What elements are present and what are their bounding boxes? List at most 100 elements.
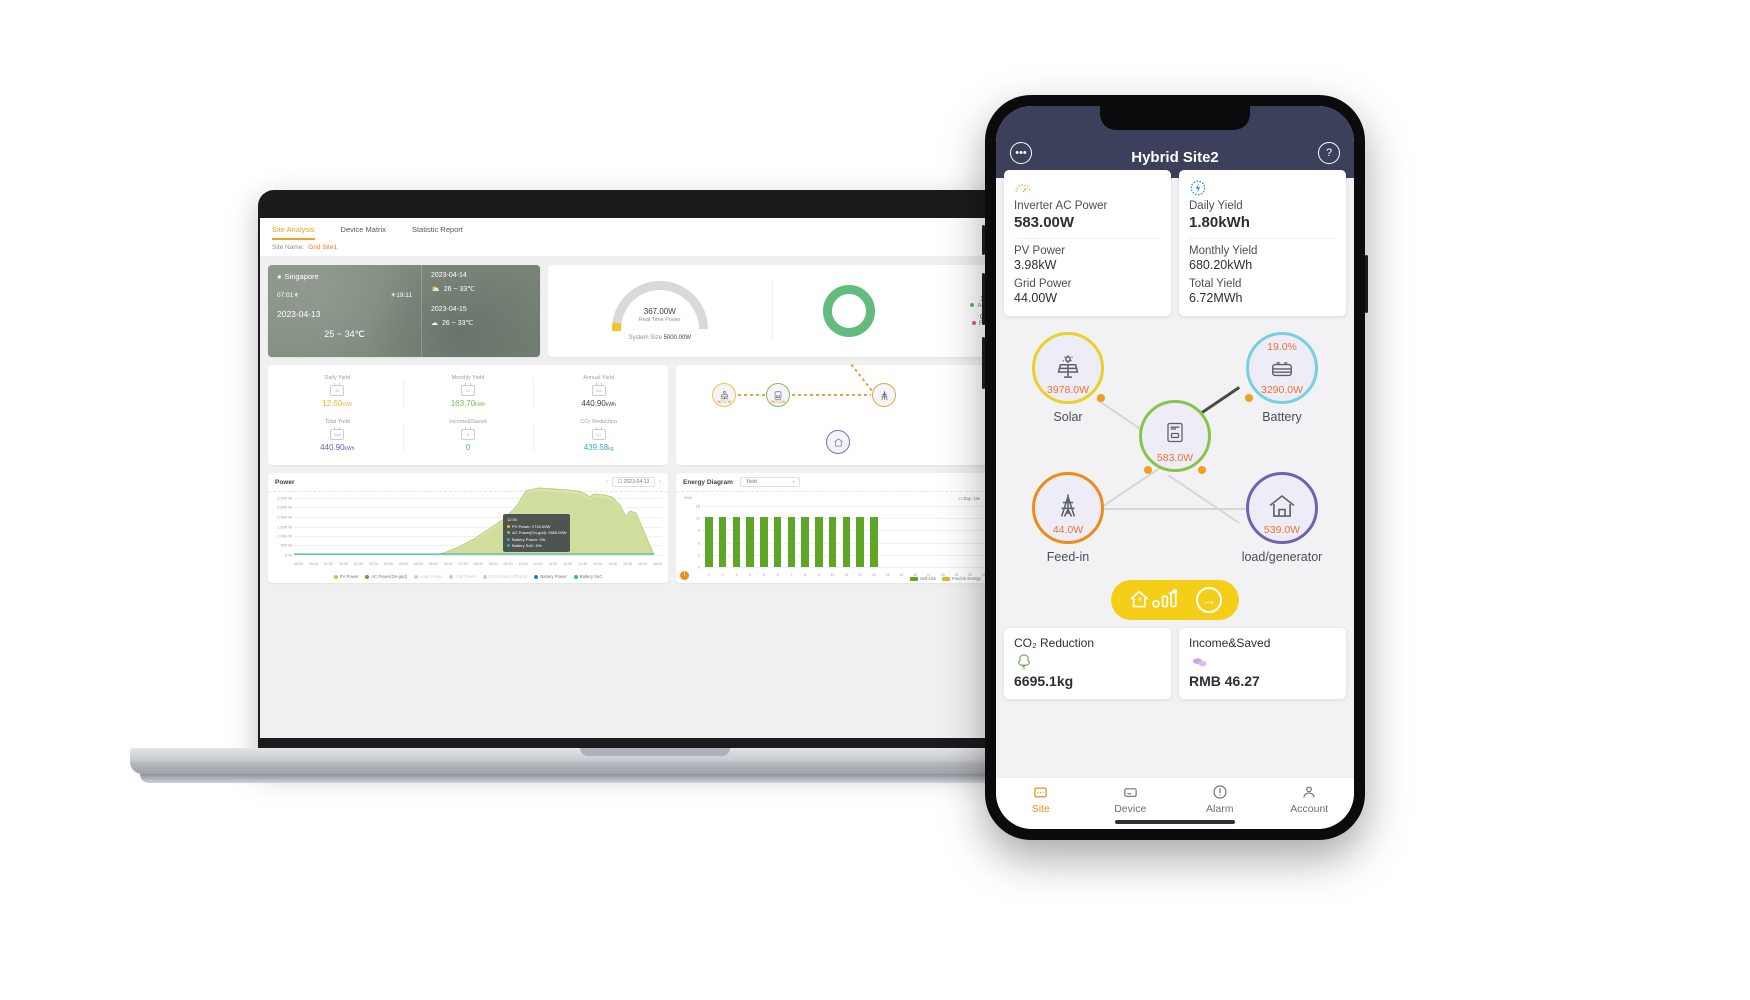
ytick: 2,000 W — [277, 514, 292, 520]
tab-site[interactable]: Site — [996, 783, 1086, 815]
flow-node-battery[interactable]: 19.0% 3290.0W — [1246, 332, 1318, 404]
flow-node-load[interactable]: 539.0W — [1246, 472, 1318, 544]
tab-device-matrix[interactable]: Device Matrix — [341, 225, 386, 240]
ytick: 1,000 W — [277, 533, 292, 539]
card-co2-reduction[interactable]: CO₂ Reduction 6695.1kg — [1004, 628, 1171, 699]
metric-value-wrap: 440.90kWh — [272, 443, 403, 452]
energy-bar-slot[interactable] — [881, 506, 895, 567]
energy-bar[interactable] — [870, 516, 878, 567]
gauge-fill — [611, 281, 708, 331]
energy-type-select-value: Yield — [745, 479, 757, 485]
energy-bar[interactable] — [828, 516, 837, 567]
energy-bar[interactable] — [856, 516, 864, 567]
weather-forecast: 2023-04-14 ⛅ 26 ~ 33℃ 2023-04-15 ☁ 26 ~ … — [421, 265, 540, 357]
tab-statistic-report[interactable]: Statistic Report — [412, 225, 463, 240]
energy-bar[interactable] — [746, 516, 754, 567]
energy-day-selector[interactable]: ☐ Day: 13▾ — [959, 496, 981, 501]
tab-account[interactable]: Account — [1265, 783, 1355, 815]
tab-device[interactable]: Device — [1086, 783, 1176, 815]
energy-bar[interactable] — [801, 516, 809, 567]
xtick: 02:00 — [338, 562, 348, 566]
weather-today: ● Singapore 07:01 ☀ ☀ 19:11 2023-04-13 2… — [268, 265, 421, 357]
more-options-icon[interactable]: ••• — [1010, 142, 1032, 164]
device-donut-chart — [823, 285, 876, 337]
card-daily-yield[interactable]: Daily Yield 1.80kWh Monthly Yield 680.20… — [1179, 170, 1346, 316]
legend-item-self-use[interactable]: Self-Use — [909, 576, 936, 581]
card-inverter-ac-power[interactable]: Inverter AC Power 583.00W PV Power 3.98k… — [1004, 170, 1171, 316]
flow-node-battery-value: 3290.0W — [1260, 384, 1304, 396]
energy-bar-slot[interactable] — [963, 506, 977, 567]
energy-bar-slot[interactable] — [812, 506, 826, 567]
energy-bar-slot[interactable] — [826, 506, 840, 567]
energy-bar-slot[interactable] — [743, 506, 757, 567]
legend-item-eps-power[interactable]: EPS Power(Off-grid) — [483, 574, 527, 579]
mini-node-grid[interactable] — [872, 383, 896, 407]
status-fault-dot — [971, 320, 976, 325]
legend-item-grid-power[interactable]: Grid Power — [449, 574, 476, 579]
legend-item-ac-power[interactable]: AC Power(On-grid) — [365, 574, 407, 579]
sun-times: 07:01 ☀ ☀ 19:11 — [277, 291, 412, 300]
card-income-saved[interactable]: Income&Saved RMB 46.27 — [1179, 628, 1346, 699]
energy-bar-slot[interactable] — [798, 506, 812, 567]
laptop-tabbar: Site Analysis Device Matrix Statistic Re… — [260, 218, 1046, 240]
site-icon — [996, 783, 1086, 801]
phone-screen: ••• Hybrid Site2 ? Inverter AC Power 583… — [996, 106, 1354, 829]
tab-site-analysis[interactable]: Site Analysis — [272, 225, 315, 240]
mini-node-solar[interactable]: 367.0 W — [712, 383, 736, 407]
energy-bar[interactable] — [815, 516, 823, 567]
card-row-value: 6.72MWh — [1189, 291, 1243, 305]
phone-volume-up-button[interactable] — [982, 273, 985, 325]
legend-item-pv-power[interactable]: PV Power — [333, 574, 358, 579]
calendar-icon-text: 30 — [335, 389, 340, 393]
energy-bar-slot[interactable] — [867, 506, 881, 567]
energy-bar-slot[interactable] — [936, 506, 950, 567]
calendar-icon: 12 — [460, 383, 475, 396]
energy-bar-slot[interactable] — [908, 506, 922, 567]
system-size-label: System Size — [628, 335, 662, 341]
calendar-icon: 365 — [591, 383, 606, 396]
forecast-date-1: 2023-04-14 — [431, 272, 467, 279]
phone-volume-down-button[interactable] — [982, 337, 985, 389]
energy-bar-slot[interactable] — [840, 506, 854, 567]
energy-bar-slot[interactable] — [950, 506, 964, 567]
warning-icon[interactable]: ! — [680, 571, 689, 580]
energy-bar[interactable] — [732, 516, 741, 567]
energy-bar-slot[interactable] — [853, 506, 867, 567]
energy-bar-slot[interactable] — [922, 506, 936, 567]
flow-dot-inverter-right — [1198, 466, 1206, 474]
help-icon[interactable]: ? — [1318, 142, 1340, 164]
legend-item-battery-soc[interactable]: Battery SoC — [573, 574, 602, 579]
energy-bar-slot[interactable] — [771, 506, 785, 567]
energy-type-select[interactable]: Yield — [739, 477, 800, 487]
energy-bar-slot[interactable] — [702, 506, 716, 567]
site-name-value[interactable]: Grid Site1 — [308, 244, 337, 251]
phone-power-button[interactable] — [1365, 255, 1368, 313]
energy-bar[interactable] — [787, 516, 796, 567]
energy-detail-button[interactable]: → — [1111, 580, 1239, 620]
card-row-label: Total Yield — [1189, 278, 1242, 290]
energy-bar[interactable] — [842, 516, 851, 567]
energy-bar-slot[interactable] — [895, 506, 909, 567]
energy-bar-series — [702, 506, 1032, 567]
mini-node-inverter[interactable]: 367.0 W — [766, 383, 790, 407]
energy-bar[interactable] — [705, 516, 713, 567]
flow-node-solar[interactable]: 3978.0W — [1032, 332, 1104, 404]
next-day-button[interactable]: › — [659, 479, 661, 485]
energy-bar[interactable] — [718, 516, 727, 567]
phone-mute-switch[interactable] — [982, 225, 985, 255]
xtick: 1 — [707, 573, 710, 577]
energy-bar-slot[interactable] — [785, 506, 799, 567]
energy-bar[interactable] — [760, 516, 768, 567]
energy-bar[interactable] — [773, 516, 782, 567]
flow-node-inverter[interactable]: 583.0W — [1139, 400, 1211, 472]
legend-item-load-power[interactable]: Load Power — [413, 574, 442, 579]
energy-bar-slot[interactable] — [730, 506, 744, 567]
flow-node-feedin[interactable]: 44.0W — [1032, 472, 1104, 544]
metric-total-yield: Total Yield Total 440.90kWh — [272, 415, 403, 459]
mini-node-home[interactable] — [826, 430, 850, 454]
legend-item-battery-power[interactable]: Battery Power — [534, 574, 567, 579]
tab-alarm[interactable]: Alarm — [1175, 783, 1265, 815]
energy-bar-slot[interactable] — [757, 506, 771, 567]
energy-bar-slot[interactable] — [716, 506, 730, 567]
legend-item-feedin-energy[interactable]: Feed-in Energy — [942, 576, 981, 581]
